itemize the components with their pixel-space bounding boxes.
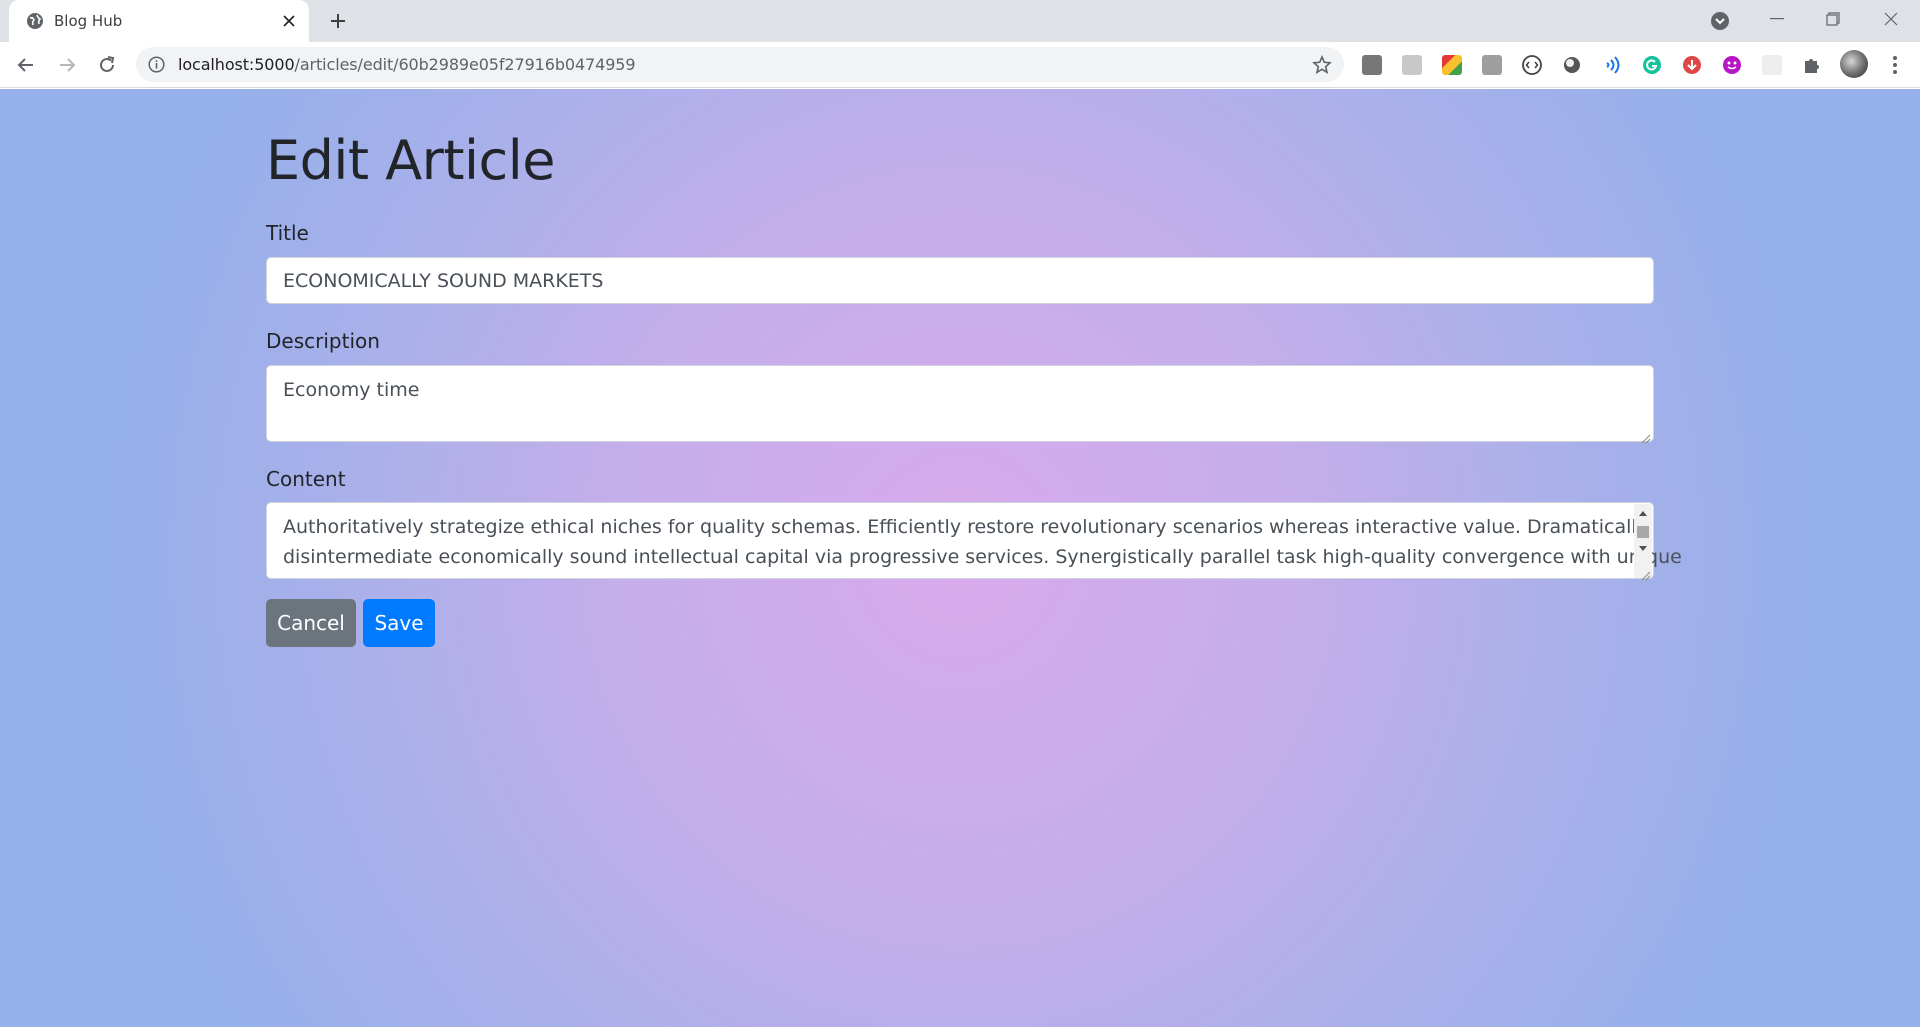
restore-icon[interactable] (1805, 0, 1861, 38)
resize-handle-icon[interactable] (1639, 427, 1651, 444)
download-icon[interactable] (1680, 53, 1704, 77)
url-text: localhost:5000/articles/edit/60b2989e05f… (178, 55, 636, 74)
resize-handle-icon[interactable] (1639, 564, 1651, 581)
reader-icon[interactable] (1400, 53, 1424, 77)
page-body: Edit Article Title ECONOMICALLY SOUND MA… (0, 89, 1920, 1027)
content-label: Content (266, 467, 346, 491)
emoji-icon[interactable] (1720, 53, 1744, 77)
close-window-icon[interactable] (1863, 0, 1919, 38)
save-button[interactable]: Save (363, 599, 435, 647)
url-path: /articles/edit/60b2989e05f27916b0474959 (294, 55, 636, 74)
pdf-icon[interactable] (1360, 53, 1384, 77)
code-icon[interactable] (1520, 53, 1544, 77)
description-label: Description (266, 329, 380, 353)
content-line: Authoritatively strategize ethical niche… (283, 516, 1648, 538)
forward-icon[interactable] (53, 51, 81, 79)
tab-title: Blog Hub (54, 12, 123, 30)
minimize-icon[interactable] (1749, 0, 1805, 38)
puzzle-icon[interactable] (1800, 53, 1824, 77)
description-textarea-value: Economy time (283, 379, 420, 401)
audio-icon[interactable] (1600, 53, 1624, 77)
back-icon[interactable] (12, 51, 40, 79)
site-info-icon[interactable] (148, 56, 165, 73)
profile-avatar[interactable] (1840, 50, 1868, 78)
browser-toolbar: localhost:5000/articles/edit/60b2989e05f… (0, 42, 1920, 88)
grammarly-icon[interactable] (1640, 53, 1664, 77)
content-line: disintermediate economically sound intel… (283, 546, 1682, 568)
grid-icon[interactable] (1440, 53, 1464, 77)
close-tab-icon[interactable] (279, 11, 299, 31)
kebab-menu-icon[interactable] (1883, 53, 1907, 77)
page-title: Edit Article (266, 129, 555, 192)
description-textarea[interactable]: Economy time (266, 365, 1654, 444)
tab-search-icon[interactable] (1710, 11, 1730, 31)
title-input[interactable]: ECONOMICALLY SOUND MARKETS (266, 257, 1654, 304)
reload-icon[interactable] (93, 51, 121, 79)
bookmark-star-icon[interactable] (1312, 54, 1332, 75)
tab-strip: Blog Hub (0, 0, 1920, 42)
browser-tab[interactable]: Blog Hub (9, 0, 309, 42)
address-bar[interactable]: localhost:5000/articles/edit/60b2989e05f… (136, 47, 1344, 82)
globe-icon (26, 12, 44, 30)
blank-icon[interactable] (1760, 53, 1784, 77)
cancel-button[interactable]: Cancel (266, 599, 356, 647)
title-label: Title (266, 221, 309, 245)
url-host: localhost:5000 (178, 55, 295, 74)
circle-icon[interactable] (1560, 53, 1584, 77)
book-icon[interactable] (1480, 53, 1504, 77)
new-tab-button[interactable] (326, 9, 350, 33)
content-textarea[interactable]: Authoritatively strategize ethical niche… (266, 502, 1682, 581)
title-input-value: ECONOMICALLY SOUND MARKETS (283, 270, 604, 292)
